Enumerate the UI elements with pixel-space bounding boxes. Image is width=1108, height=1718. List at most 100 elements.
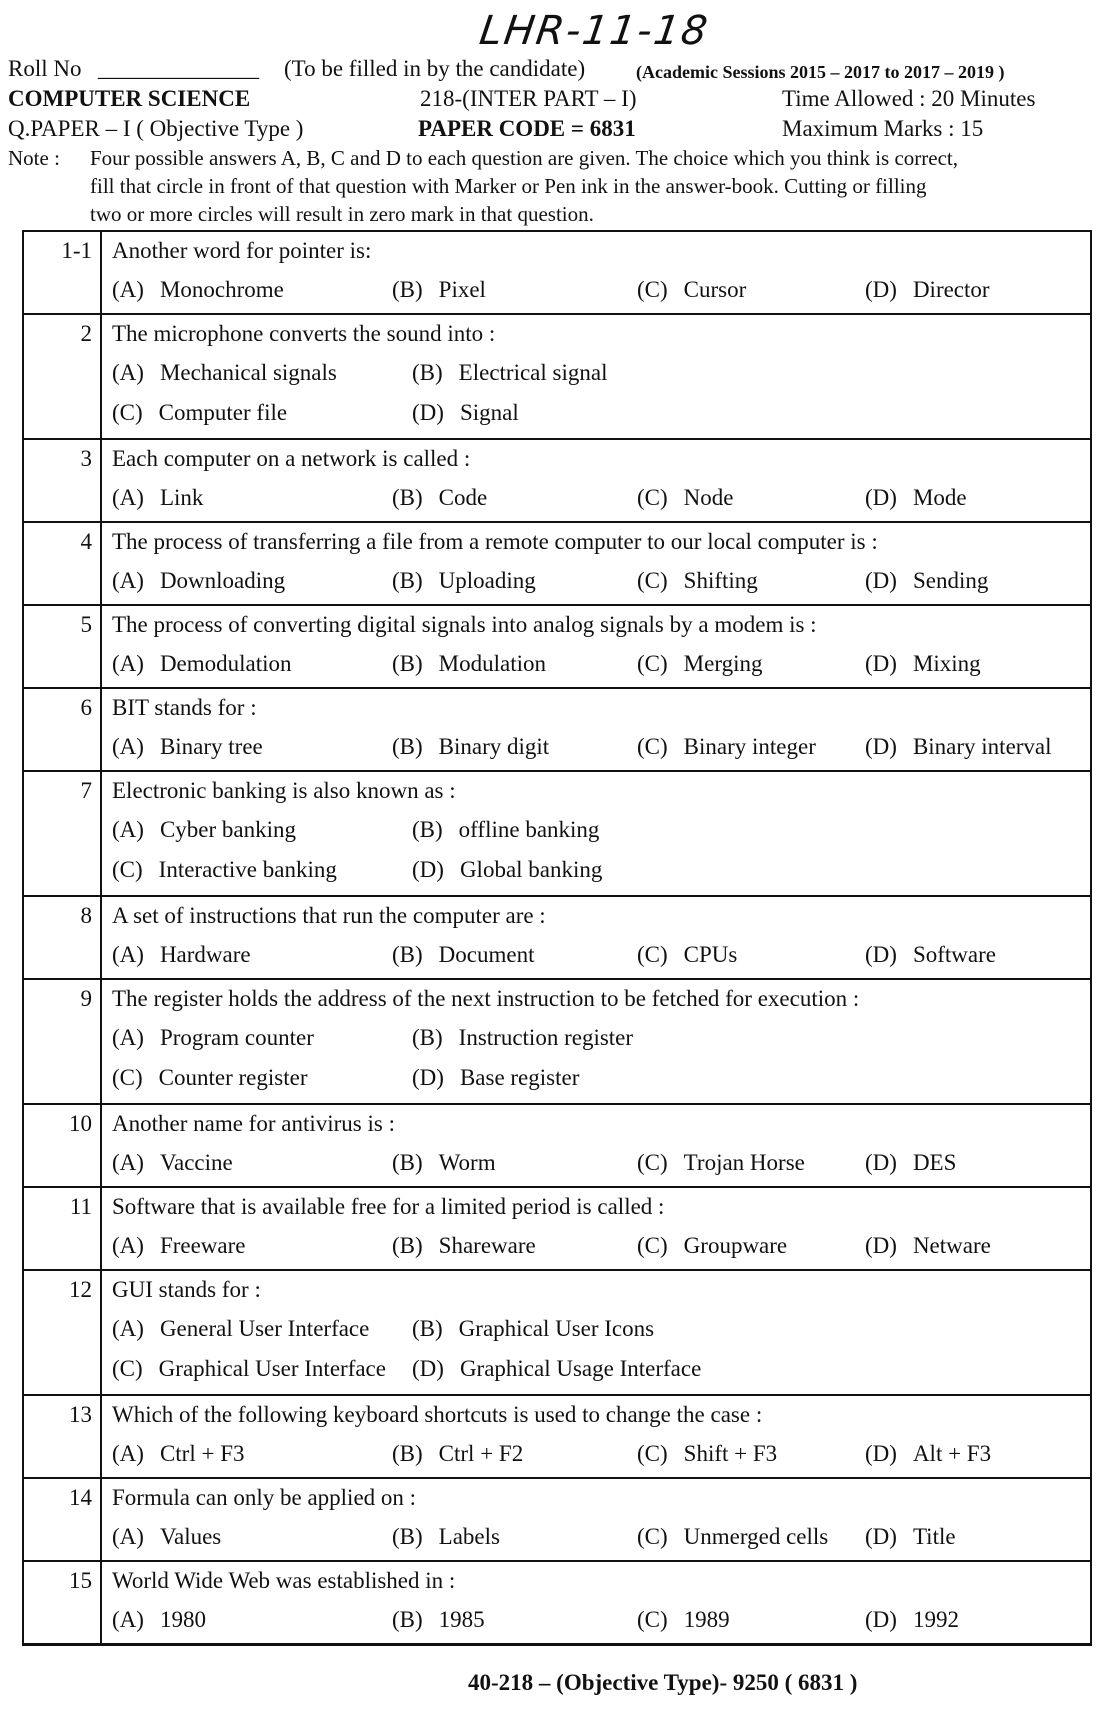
question-number: 11 (24, 1188, 102, 1269)
answer-option: (B) Labels (392, 1517, 637, 1555)
question-row: 14 Formula can only be applied on : (A) Va… (24, 1477, 1090, 1560)
question-text: BIT stands for : (112, 695, 257, 720)
option-letter: (B) (392, 568, 423, 593)
question-number: 9 (24, 980, 102, 1103)
option-text: Electrical signal (458, 360, 608, 385)
answer-option: (A) Program counter (112, 1018, 412, 1058)
answer-option: (A) Binary tree (112, 727, 392, 765)
option-text: Merging (683, 651, 763, 676)
option-letter: (A) (112, 1025, 144, 1050)
option-text: Monochrome (159, 277, 284, 302)
answer-option: (A) Monochrome (112, 270, 392, 308)
option-text: Cyber banking (159, 817, 296, 842)
option-text: Computer file (158, 400, 288, 425)
question-text: World Wide Web was established in : (112, 1568, 456, 1593)
question-row: 3 Each computer on a network is called :… (24, 438, 1090, 521)
option-text: Sending (912, 568, 989, 593)
answer-option: (A) 1980 (112, 1600, 392, 1638)
answer-option: (D) DES (865, 1143, 956, 1181)
option-letter: (C) (637, 485, 668, 510)
answer-option: (C) Graphical User Interface (112, 1349, 412, 1389)
answer-option: (C) Shift + F3 (637, 1434, 865, 1472)
option-letter: (A) (112, 1150, 144, 1175)
option-text: Shareware (438, 1233, 536, 1258)
note-label: Note : (8, 146, 60, 170)
option-text: Software (912, 942, 996, 967)
option-letter: (B) (392, 485, 423, 510)
option-letter: (D) (412, 1065, 444, 1090)
answer-option: (B) Pixel (392, 270, 637, 308)
option-text: Counter register (158, 1065, 308, 1090)
option-text: General User Interface (159, 1316, 370, 1341)
option-letter: (B) (392, 1233, 423, 1258)
option-letter: (A) (112, 1233, 144, 1258)
option-text: CPUs (683, 942, 738, 967)
answer-option: (A) Link (112, 478, 392, 516)
option-text: Shifting (683, 568, 758, 593)
note-line-3: two or more circles will result in zero … (90, 202, 594, 226)
time-allowed: Time Allowed : 20 Minutes (782, 86, 1036, 111)
option-text: Alt + F3 (912, 1441, 992, 1466)
option-text: Program counter (159, 1025, 314, 1050)
option-text: 1989 (683, 1607, 730, 1632)
question-number: 5 (24, 606, 102, 687)
option-text: Unmerged cells (683, 1524, 829, 1549)
answer-option: (D) Graphical Usage Interface (412, 1349, 701, 1389)
option-text: Ctrl + F2 (438, 1441, 524, 1466)
answer-option: (B) 1985 (392, 1600, 637, 1638)
option-letter: (B) (412, 360, 443, 385)
option-letter: (D) (865, 568, 897, 593)
question-text: The microphone converts the sound into : (112, 321, 496, 346)
question-text: The process of converting digital signal… (112, 612, 817, 637)
answer-option: (B) Uploading (392, 561, 637, 599)
option-text: Pixel (438, 277, 486, 302)
option-text: Trojan Horse (683, 1150, 805, 1175)
question-number: 4 (24, 523, 102, 604)
question-text: Another word for pointer is: (112, 238, 372, 263)
answer-option: (A) Ctrl + F3 (112, 1434, 392, 1472)
option-letter: (D) (865, 1233, 897, 1258)
answer-option: (D) Signal (412, 393, 519, 433)
question-number: 8 (24, 897, 102, 978)
footer-code: 40-218 – (Objective Type)- 9250 ( 6831 ) (468, 1670, 858, 1695)
answer-option: (C) Unmerged cells (637, 1517, 865, 1555)
option-text: Modulation (438, 651, 547, 676)
option-letter: (D) (412, 400, 444, 425)
option-letter: (A) (112, 485, 144, 510)
option-letter: (D) (865, 1441, 897, 1466)
questions-table: 1-1 Another word for pointer is: (A) Monoc… (22, 230, 1092, 1646)
question-text: Formula can only be applied on : (112, 1485, 417, 1510)
answer-option: (D) 1992 (865, 1600, 959, 1638)
question-row: 1-1 Another word for pointer is: (A) Monoc… (24, 232, 1090, 313)
option-letter: (C) (637, 277, 668, 302)
question-number: 7 (24, 772, 102, 895)
option-text: Vaccine (159, 1150, 233, 1175)
option-text: Node (683, 485, 734, 510)
answer-option: (B) Document (392, 935, 637, 973)
paper-code: PAPER CODE = 6831 (418, 116, 636, 141)
option-text: offline banking (458, 817, 600, 842)
question-row: 6 BIT stands for : (A) Binary tree (B) Binar… (24, 687, 1090, 770)
option-letter: (A) (112, 942, 144, 967)
option-letter: (D) (412, 1356, 444, 1381)
answer-option: (C) Groupware (637, 1226, 865, 1264)
answer-option: (B) Ctrl + F2 (392, 1434, 637, 1472)
option-text: Title (912, 1524, 956, 1549)
paper-type: Q.PAPER – I ( Objective Type ) (8, 116, 304, 141)
question-row: 2 The microphone converts the sound into… (24, 313, 1090, 438)
answer-option: (D) Global banking (412, 850, 602, 890)
answer-option: (D) Base register (412, 1058, 579, 1098)
option-letter: (A) (112, 1441, 144, 1466)
option-text: Mixing (912, 651, 981, 676)
answer-option: (B) offline banking (412, 810, 599, 850)
option-letter: (A) (112, 1524, 144, 1549)
option-letter: (C) (112, 1356, 143, 1381)
question-row: 10 Another name for antivirus is : (A) Vac… (24, 1103, 1090, 1186)
question-row: 12 GUI stands for : (A) General User Inter… (24, 1269, 1090, 1394)
question-number: 2 (24, 315, 102, 438)
option-letter: (B) (392, 651, 423, 676)
answer-option: (A) Mechanical signals (112, 353, 412, 393)
option-letter: (C) (637, 1524, 668, 1549)
option-letter: (C) (112, 857, 143, 882)
option-text: Director (912, 277, 990, 302)
